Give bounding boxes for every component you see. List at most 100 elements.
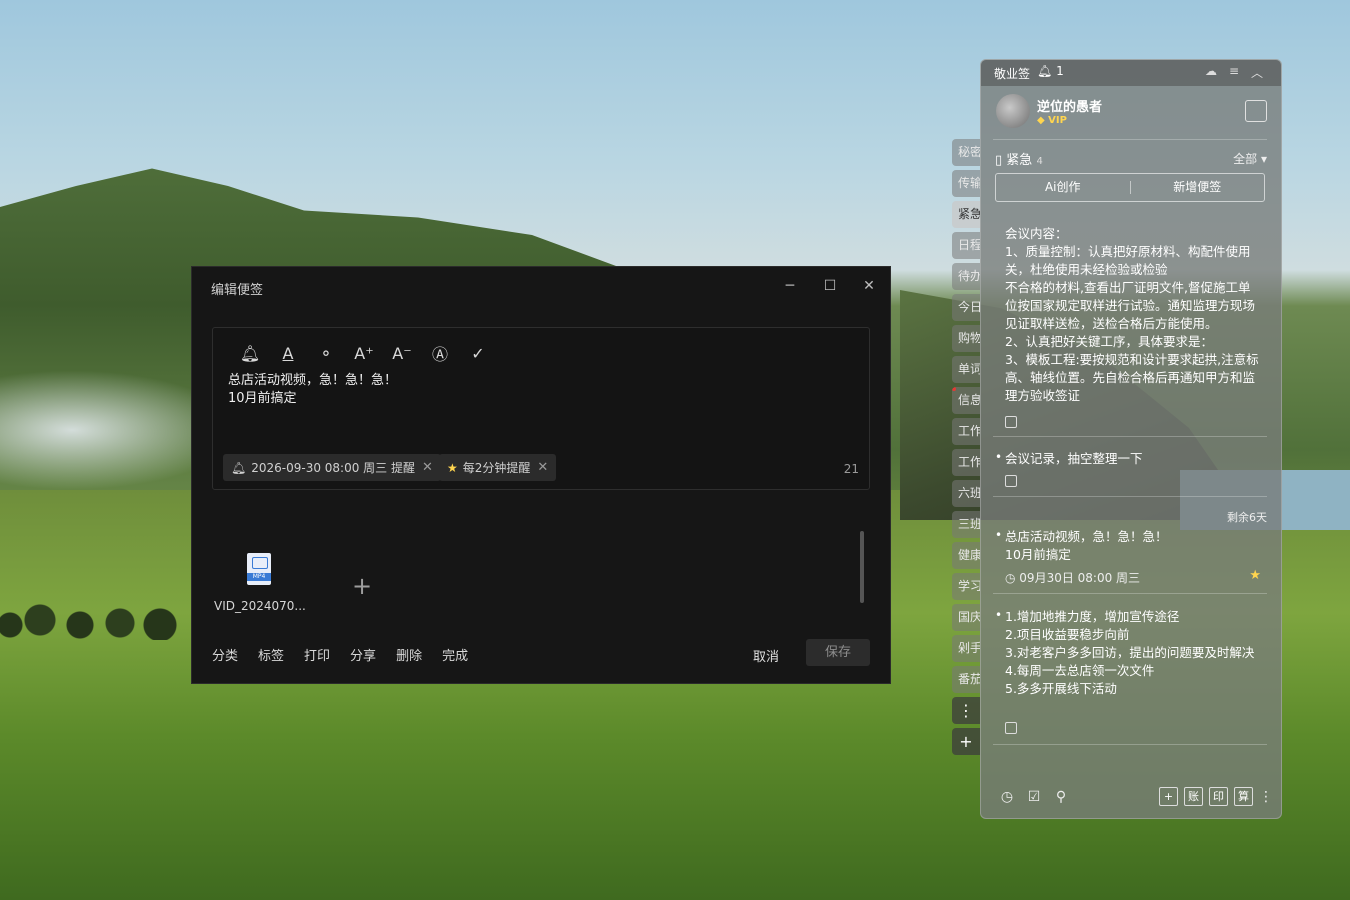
repeat-chip[interactable]: ★ 每2分钟提醒 ✕: [439, 454, 557, 481]
complete-button[interactable]: 完成: [442, 645, 468, 664]
background-trees: [0, 595, 190, 640]
tab-class-3[interactable]: 三班: [952, 511, 980, 538]
ai-create-button[interactable]: Ai创作: [996, 174, 1130, 201]
tab-work-2[interactable]: 工作: [952, 449, 980, 476]
tab-secret[interactable]: 秘密: [952, 139, 980, 166]
text-style-icon[interactable]: Ⓐ: [421, 342, 459, 364]
more-icon[interactable]: ⋮: [952, 697, 980, 724]
filter-dropdown[interactable]: 全部 ▾: [1233, 150, 1267, 167]
remaining-days: 剩余6天: [1227, 511, 1267, 524]
tab-urgent[interactable]: 紧急: [952, 201, 980, 228]
tab-todo[interactable]: 待办: [952, 263, 980, 290]
tag-button[interactable]: 标签: [258, 645, 284, 664]
new-note-button[interactable]: 新增便签: [1131, 174, 1265, 201]
lock-icon: [1005, 722, 1017, 734]
save-button[interactable]: 保存: [806, 639, 870, 666]
cancel-button[interactable]: 取消: [753, 646, 779, 665]
bookmark-icon: ▯: [995, 153, 1003, 168]
add-attachment-icon[interactable]: +: [352, 572, 372, 600]
tab-today[interactable]: 今日: [952, 294, 980, 321]
search-icon[interactable]: ⚬: [307, 342, 345, 364]
lock-icon: [1005, 475, 1017, 487]
tab-health[interactable]: 健康: [952, 542, 980, 569]
remove-repeat-icon[interactable]: ✕: [537, 460, 548, 475]
note-editor[interactable]: 🔔︎ A ⚬ A⁺ A⁻ Ⓐ ✓ 总店活动视频，急！急！急！ 10月前搞定 🔔︎…: [212, 327, 870, 490]
star-icon: ★: [447, 460, 458, 475]
menu-icon[interactable]: ≡: [1229, 64, 1239, 78]
tab-work-1[interactable]: 工作: [952, 418, 980, 445]
star-icon[interactable]: ★: [1249, 568, 1261, 583]
calendar-icon[interactable]: [1245, 100, 1267, 122]
window-title: 编辑便签: [211, 283, 264, 298]
attachment-filename: VID_2024070...: [214, 599, 306, 613]
panel-footer: ◷ ☑ ⚲ + 账 印 算 ⋮: [981, 778, 1281, 818]
ledger-button[interactable]: 账: [1184, 787, 1203, 806]
note-button-bar: Ai创作 新增便签: [995, 173, 1265, 202]
tab-schedule[interactable]: 日程: [952, 232, 980, 259]
category-name: 紧急: [1006, 153, 1033, 168]
note-text[interactable]: 总店活动视频，急！急！急！ 10月前搞定: [228, 372, 397, 408]
note-text-line-2: 10月前搞定: [228, 391, 297, 406]
edit-note-window: 编辑便签 ─ ☐ ✕ 🔔︎ A ⚬ A⁺ A⁻ Ⓐ ✓ 总店活动视频，急！急！急…: [191, 266, 891, 684]
scrollbar[interactable]: [860, 531, 864, 603]
clock-icon[interactable]: ◷: [998, 788, 1016, 806]
add-tab-icon[interactable]: +: [952, 728, 980, 755]
lock-icon: [1005, 416, 1017, 428]
titlebar[interactable]: 编辑便签 ─ ☐ ✕: [192, 267, 890, 307]
vip-badge: ◆ VIP: [1037, 115, 1067, 126]
collapse-icon[interactable]: ︿: [1251, 64, 1263, 81]
avatar[interactable]: [996, 94, 1030, 128]
repeat-chip-label: 每2分钟提醒: [462, 461, 531, 475]
note-item[interactable]: 会议内容： 1、质量控制：认真把好原材料、构配件使用关，杜绝使用未经检验或检验 …: [1005, 225, 1260, 403]
format-toolbar: 🔔︎ A ⚬ A⁺ A⁻ Ⓐ ✓: [231, 342, 497, 365]
check-icon[interactable]: ✓: [459, 342, 497, 364]
maximize-icon[interactable]: ☐: [821, 277, 839, 295]
category-button[interactable]: 分类: [212, 645, 238, 664]
panel-header[interactable]: 敬业签 🔔︎ 1 ☁ ≡ ︿: [981, 60, 1281, 86]
font-decrease-icon[interactable]: A⁻: [383, 342, 421, 364]
tab-shopping-spree[interactable]: 剁手: [952, 635, 980, 662]
tab-shopping[interactable]: 购物: [952, 325, 980, 352]
reminder-chip-label: 2026-09-30 08:00 周三 提醒: [251, 461, 415, 475]
bell-icon: 🔔︎: [231, 460, 247, 475]
note-reminder-time: ◷ 09月30日 08:00 周三: [1005, 571, 1141, 585]
minimize-icon[interactable]: ─: [781, 277, 799, 295]
notification-bell[interactable]: 🔔︎ 1: [1037, 64, 1064, 78]
note-item[interactable]: 1.增加地推力度，增加宣传途径 2.项目收益要稳步向前 3.对老客户多多回访，提…: [995, 606, 1260, 698]
tab-transfer[interactable]: 传输: [952, 170, 980, 197]
char-count: 21: [843, 462, 859, 476]
username: 逆位的愚者: [1037, 100, 1103, 115]
close-icon[interactable]: ✕: [860, 277, 878, 295]
more-icon[interactable]: ⋮: [1257, 788, 1275, 806]
stamp-button[interactable]: 印: [1209, 787, 1228, 806]
tab-study[interactable]: 学习: [952, 573, 980, 600]
bell-icon[interactable]: 🔔︎: [231, 342, 269, 364]
tab-tomato[interactable]: 番茄: [952, 666, 980, 693]
sticky-note-panel: 敬业签 🔔︎ 1 ☁ ≡ ︿ 逆位的愚者 ◆ VIP ▯ 紧急 4 全部 ▾ A…: [980, 59, 1282, 819]
calendar-check-icon[interactable]: ☑: [1025, 788, 1043, 806]
category-header: ▯ 紧急 4: [995, 149, 1043, 168]
share-button[interactable]: 分享: [350, 645, 376, 664]
tab-national-day[interactable]: 国庆: [952, 604, 980, 631]
attachment-item[interactable]: MP4 VID_2024070...: [214, 553, 306, 613]
notification-count: 1: [1056, 64, 1064, 78]
note-item[interactable]: 总店活动视频，急！急！急！ 10月前搞定: [995, 526, 1260, 564]
underline-icon[interactable]: A: [269, 342, 307, 364]
calculator-button[interactable]: 算: [1234, 787, 1253, 806]
category-count: 4: [1036, 156, 1043, 167]
remove-reminder-icon[interactable]: ✕: [422, 460, 433, 475]
tab-info[interactable]: 信息: [952, 387, 980, 414]
font-increase-icon[interactable]: A⁺: [345, 342, 383, 364]
reminder-chip[interactable]: 🔔︎ 2026-09-30 08:00 周三 提醒 ✕: [223, 454, 441, 481]
app-name: 敬业签: [994, 67, 1031, 81]
video-file-icon: MP4: [247, 553, 271, 585]
tab-class-6[interactable]: 六班: [952, 480, 980, 507]
add-icon[interactable]: +: [1159, 787, 1178, 806]
tab-words[interactable]: 单词: [952, 356, 980, 383]
cloud-sync-icon[interactable]: ☁: [1205, 64, 1217, 78]
search-icon[interactable]: ⚲: [1052, 788, 1070, 806]
print-button[interactable]: 打印: [304, 645, 330, 664]
note-text-line-1: 总店活动视频，急！急！急！: [228, 373, 398, 388]
note-item[interactable]: 会议记录，抽空整理一下: [995, 448, 1260, 468]
delete-button[interactable]: 删除: [396, 645, 422, 664]
